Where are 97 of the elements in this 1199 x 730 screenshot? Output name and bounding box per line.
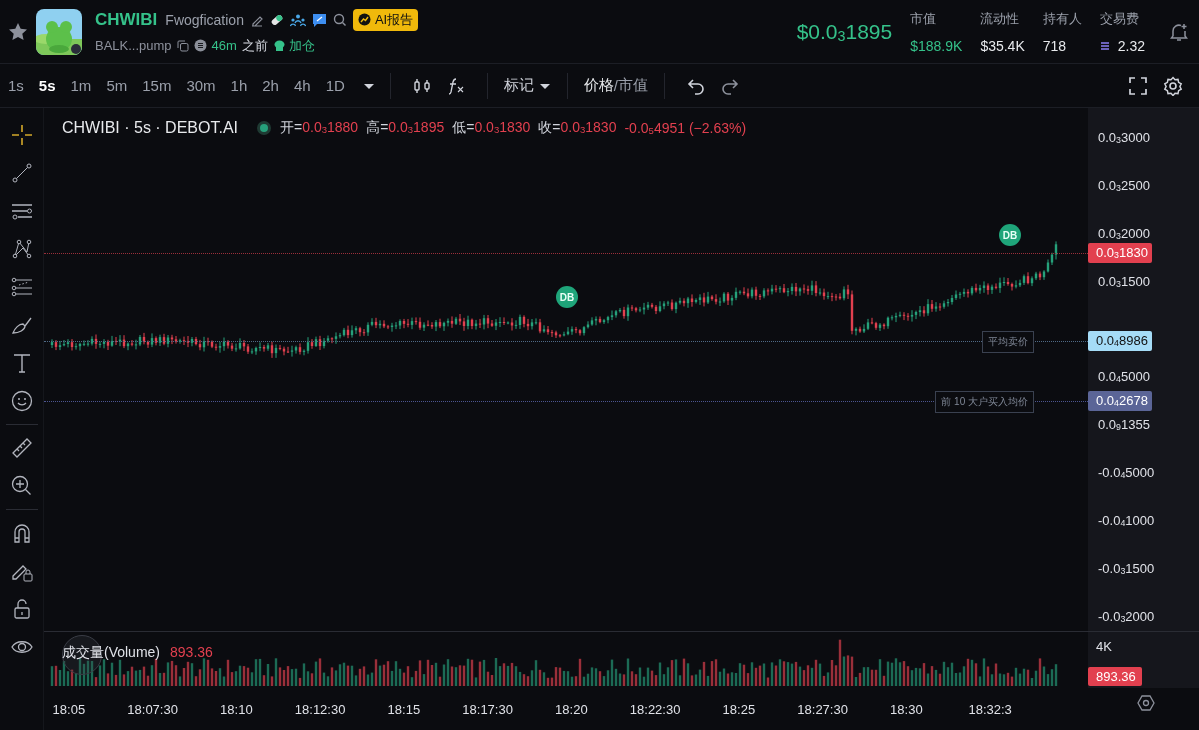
volume-title: 成交量(Volume) — [62, 644, 161, 662]
settings-icon[interactable] — [1163, 75, 1183, 96]
coin-icon — [1099, 40, 1110, 51]
ohlc-value: 0.0$_{3}$1830 — [560, 119, 617, 137]
time-tick: 18:07:30 — [126, 701, 179, 717]
price-tick: 0.0$_{3}$1500 — [1098, 273, 1151, 290]
settings-icon[interactable] — [1137, 694, 1155, 712]
stat-value: 2.32 — [1117, 37, 1145, 54]
chat-icon[interactable] — [311, 12, 327, 27]
add-position-link[interactable]: 加仓 — [272, 36, 315, 55]
price-tick: 0.0$_{3}$2000 — [1098, 225, 1151, 242]
interval-tab[interactable]: 1D — [325, 77, 345, 94]
stat-label: 市值 — [910, 9, 938, 28]
token-name: Fwogfication — [165, 11, 244, 28]
time-tick: 18:30 — [889, 701, 924, 717]
pane-button[interactable] — [62, 635, 102, 675]
price-tick: -0.0$_{4}$5000 — [1098, 465, 1156, 482]
function-icon[interactable] — [446, 76, 465, 95]
price-line-label: 前 10 大户买入均价 — [935, 391, 1034, 413]
hat-icon — [272, 39, 286, 52]
time-tick: 18:10 — [219, 701, 254, 717]
status-dot-icon — [256, 120, 272, 136]
crosshair-icon[interactable] — [10, 124, 33, 146]
time-tick: 18:15 — [386, 701, 422, 717]
price-change: -0.0$_{5}$4951 (−2.63%) — [624, 120, 747, 136]
ohlc-label: 收= — [538, 119, 561, 137]
price-tick: -0.0$_{3}$2000 — [1098, 608, 1156, 625]
trend-line-icon[interactable] — [10, 162, 33, 184]
people-icon[interactable] — [289, 12, 306, 27]
interval-tab[interactable]: 2h — [262, 77, 279, 94]
chart-title: CHWIBI · 5s · DEBOT.AI — [62, 119, 238, 137]
age-suffix: 之前 — [241, 36, 268, 55]
volume-badge: 893.36 — [1088, 667, 1142, 686]
value-mode-toggle[interactable]: 价格 — [583, 76, 614, 95]
time-tick: 18:20 — [554, 701, 589, 717]
interval-tab[interactable]: 5s — [38, 77, 56, 94]
volume-value: 893.36 — [170, 644, 213, 662]
price-badge: 0.0$_{4}$8986 — [1088, 331, 1152, 351]
price-tick: 0.0$_{3}$3000 — [1098, 130, 1151, 146]
stat-label: 交易费 — [1099, 9, 1140, 28]
token-symbol: CHWIBI — [95, 9, 158, 30]
price-tick: -0.0$_{3}$1500 — [1098, 561, 1156, 577]
stat-label: 流动性 — [980, 9, 1021, 28]
interval-tab[interactable]: 1m — [70, 77, 92, 94]
interval-tab[interactable]: 5m — [106, 77, 128, 94]
search-icon[interactable] — [332, 12, 347, 27]
price-badge: 0.0$_{3}$1830 — [1088, 243, 1152, 263]
stat-label: 持有人 — [1042, 9, 1082, 28]
volume-tick: 4K — [1096, 639, 1112, 654]
time-tick: 18:17:30 — [461, 701, 514, 717]
time-tick: 18:12:30 — [293, 701, 347, 717]
time-tick: 18:22:30 — [628, 701, 682, 717]
pattern-icon[interactable] — [10, 238, 33, 260]
zoom-in-icon[interactable] — [10, 475, 33, 497]
interval-tab[interactable]: 1s — [8, 77, 24, 94]
undo-icon[interactable] — [687, 76, 705, 95]
stat-value: $35.4K — [980, 37, 1025, 54]
ohlc-label: 高= — [366, 119, 389, 137]
interval-tab[interactable]: 15m — [142, 77, 172, 94]
ai-report-button[interactable]: AI报告 — [352, 8, 419, 31]
price-tick: 0.0$_{3}$2500 — [1098, 177, 1151, 194]
ohlc-label: 开= — [280, 119, 303, 137]
marks-dropdown[interactable]: 标记 — [503, 76, 551, 95]
ohlc-value: 0.0$_{3}$1830 — [474, 119, 531, 137]
chart-icon — [357, 13, 371, 26]
price-badge: 0.0$_{4}$2678 — [1088, 391, 1152, 411]
token-price: $0.0$_{3}$1895 — [796, 19, 893, 44]
ruler-icon[interactable] — [10, 437, 33, 459]
time-tick: 18:25 — [721, 701, 757, 717]
stat-value: $188.9K — [910, 37, 963, 54]
fib-lines-icon[interactable] — [10, 276, 33, 298]
coin-icon — [193, 39, 207, 52]
star-icon[interactable] — [8, 21, 28, 42]
token-age: 46m — [211, 38, 237, 53]
smiley-icon[interactable] — [10, 390, 33, 412]
separator-slash: / — [613, 77, 618, 94]
price-tick: -0.0$_{4}$1000 — [1098, 513, 1156, 530]
price-line-label: 平均卖价 — [982, 331, 1034, 353]
time-tick: 18:27:30 — [796, 701, 849, 717]
fullscreen-icon[interactable] — [1129, 76, 1147, 95]
stat-value: 718 — [1042, 37, 1067, 54]
token-address: BALK...pump — [95, 38, 172, 53]
time-tick: 18:05 — [51, 701, 87, 717]
price-tick: 0.0$_{9}$1355 — [1098, 417, 1151, 434]
ohlc-value: 0.0$_{3}$1895 — [388, 119, 445, 137]
ohlc-value: 0.0$_{3}$1880 — [302, 119, 359, 137]
time-tick: 18:32:3 — [967, 701, 1013, 717]
bell-plus-icon[interactable] — [1169, 21, 1189, 42]
redo-icon[interactable] — [721, 76, 739, 95]
value-mode-toggle[interactable]: 市值 — [618, 76, 648, 95]
interval-tab[interactable]: 1h — [230, 77, 248, 94]
copy-icon[interactable] — [176, 39, 189, 52]
interval-tab[interactable]: 30m — [186, 77, 216, 94]
ohlc-label: 低= — [452, 119, 475, 137]
price-tick: 0.0$_{4}$5000 — [1098, 369, 1151, 386]
interval-tab[interactable]: 4h — [293, 77, 311, 94]
candlestick-icon[interactable] — [412, 76, 431, 95]
